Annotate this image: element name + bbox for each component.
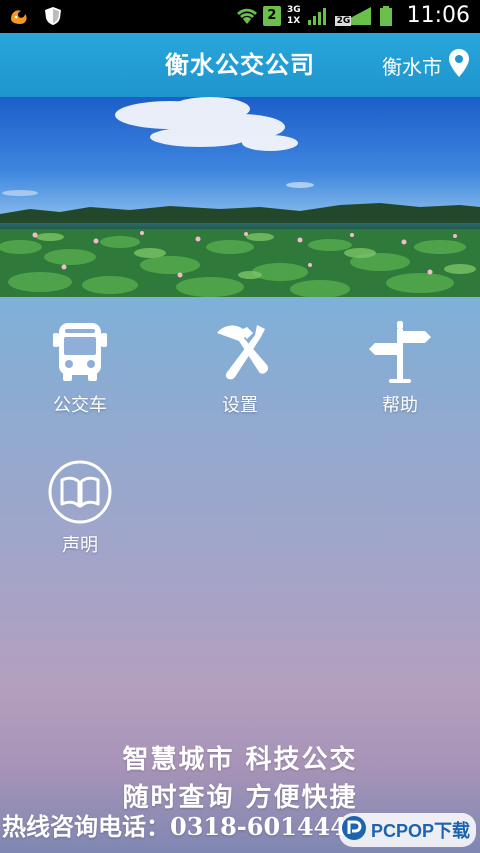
tools-icon: [205, 319, 275, 385]
signpost-icon: [365, 319, 435, 385]
book-icon: [45, 459, 115, 525]
watermark: PCPOP下载: [338, 813, 476, 847]
shield-icon: [42, 5, 64, 27]
help-menu-label: 帮助: [382, 395, 418, 416]
watermark-text: PCPOP下载: [370, 821, 470, 841]
location-pin-icon: [448, 48, 470, 82]
settings-menu-item[interactable]: 设置: [180, 319, 300, 429]
bus-menu-label: 公交车: [53, 395, 107, 416]
clock: 11:06: [406, 3, 470, 28]
bus-menu-item[interactable]: 公交车: [20, 319, 140, 429]
network-1x-label: 1X: [286, 15, 301, 26]
status-bar: 2 3G 1X 2G 11:06: [0, 0, 480, 33]
bus-icon: [45, 319, 115, 385]
network-2g-label: 2G: [336, 15, 351, 26]
main-menu-area: 公交车 设置 帮助 声明 智慧城市 科技公交 随时查询 方便快捷 热线咨询电话：…: [0, 297, 480, 853]
battery-icon: [379, 5, 393, 27]
help-menu-item[interactable]: 帮助: [340, 319, 460, 429]
app-header: 衡水公交公司 衡水市: [0, 33, 480, 97]
slogan-line-1: 智慧城市 科技公交: [122, 745, 358, 775]
hotline-text: 热线咨询电话：0318-6014448: [2, 812, 364, 841]
sim-slot-badge: 2: [262, 5, 281, 26]
wifi-icon: [235, 5, 257, 27]
signal-2g-icon: 2G: [334, 5, 373, 27]
signal-icon: [307, 5, 329, 27]
city-selector[interactable]: 衡水市: [382, 33, 470, 97]
watermark-logo-icon: [341, 815, 367, 845]
settings-menu-label: 设置: [222, 395, 258, 416]
network-type-labels: 3G 1X: [286, 4, 301, 26]
city-label: 衡水市: [382, 54, 442, 79]
banner-image: [0, 97, 480, 297]
uc-browser-icon: [8, 5, 30, 27]
statement-menu-item[interactable]: 声明: [20, 459, 140, 569]
statement-menu-label: 声明: [62, 535, 98, 556]
network-3g-label: 3G: [286, 4, 301, 15]
